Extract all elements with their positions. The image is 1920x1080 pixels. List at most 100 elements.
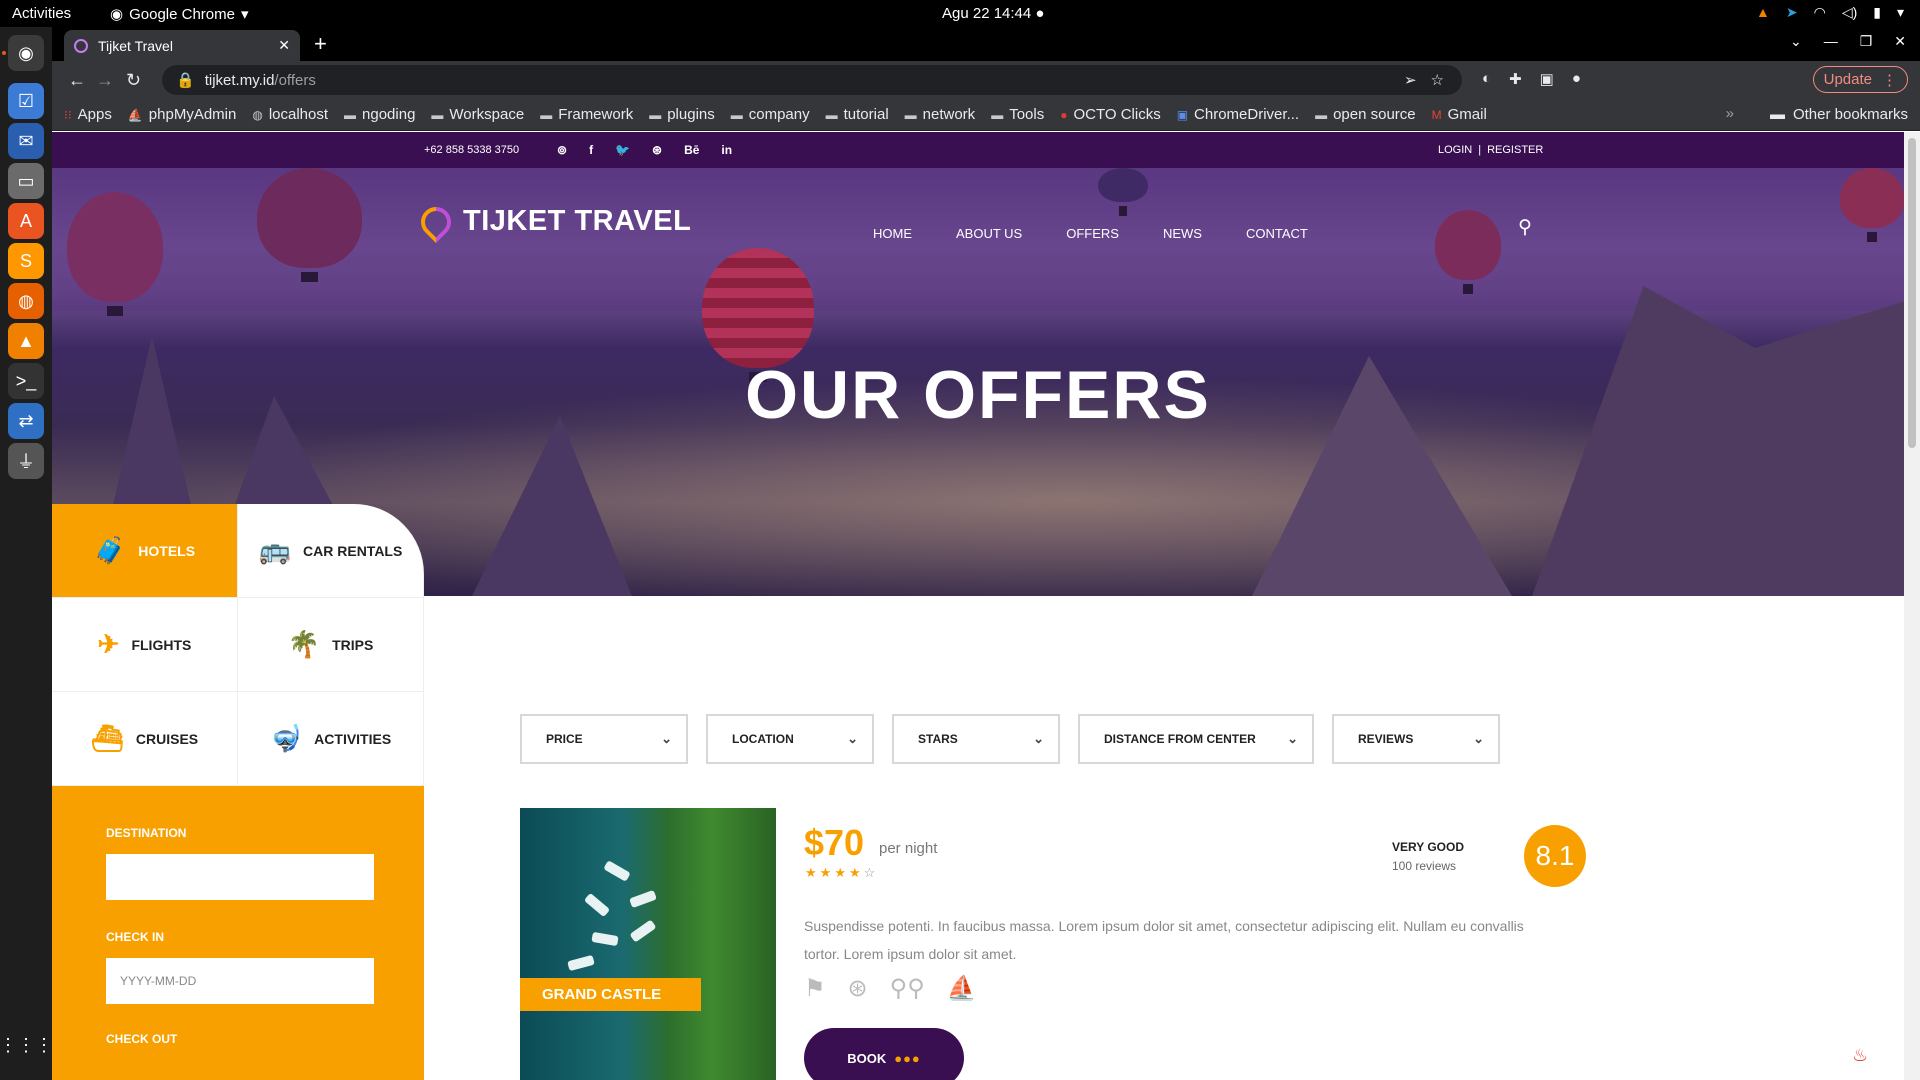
show-apps-grid-icon[interactable]: ⋮⋮⋮ [0,1027,53,1063]
bookmark-gmail[interactable]: M Gmail [1432,106,1487,123]
dock-terminal-icon[interactable]: >_ [8,363,44,399]
side-panel-icon[interactable]: ▣ [1540,70,1554,88]
dock-usb-icon[interactable]: ⏚ [8,443,44,479]
dock-files-icon[interactable]: ▭ [8,163,44,199]
dock-thunderbird-icon[interactable]: ✉ [8,123,44,159]
extension-icons: ◐ ✚ ▣ ● [1482,70,1581,88]
app-menu[interactable]: ◉ Google Chrome ▾ [110,5,249,24]
lock-icon[interactable]: 🔒 [176,71,195,89]
dock-firefox-icon[interactable]: ◍ [8,283,44,319]
linkedin-icon[interactable]: in [721,143,732,157]
filter-location[interactable]: LOCATION ⌄ [706,714,874,764]
nav-news[interactable]: NEWS [1163,226,1202,241]
dock-software-icon[interactable]: A [8,203,44,239]
bookmark-octo-clicks[interactable]: ● OCTO Clicks [1060,106,1160,123]
kebab-menu-icon[interactable]: ⋮ [1882,71,1897,89]
behance-icon[interactable]: Bē [684,143,699,157]
more-bookmarks-chevron-icon[interactable]: » [1726,105,1734,122]
globe-icon: ◍ [252,107,263,122]
bookmark-phpmyadmin[interactable]: ⛵ phpMyAdmin [128,106,237,123]
dots-icon: ●●● [894,1050,921,1066]
vlc-tray-icon[interactable]: ▲ [1756,4,1770,21]
send-to-device-icon[interactable]: ➢ [1404,71,1417,89]
category-flights[interactable]: ✈ FLIGHTS [52,598,238,692]
apps-grid-icon: ⁝⁝ [64,107,72,122]
tab-search-icon[interactable]: ⌄ [1790,33,1802,50]
profile-avatar[interactable]: ● [1572,70,1581,88]
back-arrow-icon[interactable]: ← [68,70,86,91]
scrollbar-thumb[interactable] [1908,138,1916,448]
flame-extension-icon[interactable]: ♨ [1852,1045,1868,1066]
nav-home[interactable]: HOME [873,226,912,241]
new-tab-button[interactable]: + [314,31,327,57]
site-logo[interactable]: TIJKET TRAVEL [414,200,692,243]
category-activities[interactable]: 🤿 ACTIVITIES [238,692,424,786]
chevron-down-icon: ⌄ [1287,731,1298,746]
bookmark-star-icon[interactable]: ☆ [1431,71,1444,89]
close-window-icon[interactable]: ✕ [1894,33,1906,50]
filter-stars[interactable]: STARS ⌄ [892,714,1060,764]
dock-taskboard-icon[interactable]: ☑ [8,83,44,119]
extensions-puzzle-icon[interactable]: ✚ [1509,70,1522,88]
minimize-icon[interactable]: — [1824,33,1838,50]
update-button[interactable]: Update ⋮ [1812,66,1908,93]
dribbble-icon[interactable]: ⊛ [652,143,662,157]
dock-remote-desktop-icon[interactable]: ⇄ [8,403,44,439]
folder-icon: ▬ [431,107,444,122]
system-clock[interactable]: Agu 22 14:44 ● [942,5,1044,22]
category-label: FLIGHTS [131,636,192,653]
category-hotels[interactable]: 🧳 HOTELS [52,504,238,598]
reload-icon[interactable]: ↻ [126,70,141,91]
bookmark-tutorial[interactable]: ▬ tutorial [826,106,889,123]
forward-arrow-icon[interactable]: → [96,70,114,91]
login-link[interactable]: LOGIN [1438,144,1472,156]
dock-sublime-icon[interactable]: S [8,243,44,279]
filter-price[interactable]: PRICE ⌄ [520,714,688,764]
filter-reviews[interactable]: REVIEWS ⌄ [1332,714,1500,764]
bookmark-workspace[interactable]: ▬ Workspace [431,106,524,123]
register-link[interactable]: REGISTER [1487,144,1543,156]
nav-offers[interactable]: OFFERS [1066,226,1119,241]
category-trips[interactable]: 🌴 TRIPS [238,598,424,692]
telegram-tray-icon[interactable]: ➤ [1786,4,1798,21]
nav-contact[interactable]: CONTACT [1246,226,1308,241]
brand-name: TIJKET TRAVEL [463,205,692,237]
close-tab-icon[interactable]: ✕ [278,37,290,54]
bookmark-tools[interactable]: ▬ Tools [991,106,1044,123]
bookmark-open-source[interactable]: ▬ open source [1315,106,1416,123]
restore-icon[interactable]: ❐ [1860,33,1873,50]
category-car-rentals[interactable]: 🚌 CAR RENTALS [238,504,424,598]
page-scrollbar[interactable] [1904,132,1920,1080]
app-dock: ◉ ☑ ✉ ▭ A S ◍ ▲ >_ ⇄ ⏚ ⋮⋮⋮ [0,27,53,1080]
extension-circle-icon[interactable]: ◐ [1482,70,1491,88]
checkin-input[interactable]: YYYY-MM-DD [106,958,374,1004]
power-menu-icon[interactable]: ▾ [1897,4,1904,21]
bookmark-company[interactable]: ▬ company [731,106,810,123]
twitter-icon[interactable]: 🐦 [615,143,630,157]
offer-image[interactable]: GRAND CASTLE [520,808,776,1080]
bookmark-plugins[interactable]: ▬ plugins [649,106,715,123]
bookmark-localhost[interactable]: ◍ localhost [252,106,328,123]
bookmark-framework[interactable]: ▬ Framework [540,106,633,123]
category-cruises[interactable]: ⛴ CRUISES [52,692,238,786]
search-icon[interactable]: ⚲ [1518,216,1532,239]
nav-about-us[interactable]: ABOUT US [956,226,1022,241]
bookmark-apps[interactable]: ⁝⁝ Apps [64,106,112,123]
destination-input[interactable] [106,854,374,900]
bicycle-icon: ⚲⚲ [889,975,925,1002]
tab-tijket-travel[interactable]: Tijket Travel ✕ [64,30,300,61]
bookmark-ngoding[interactable]: ▬ ngoding [344,106,415,123]
dock-chrome-icon[interactable]: ◉ [8,35,44,71]
boat-shape [629,889,657,909]
bookmark-network[interactable]: ▬ network [905,106,976,123]
other-bookmarks[interactable]: ▬ Other bookmarks [1770,106,1908,123]
filter-distance[interactable]: DISTANCE FROM CENTER ⌄ [1078,714,1314,764]
activities-button[interactable]: Activities [12,5,71,22]
system-tray[interactable]: ▲ ➤ ◠ ◁) ▮ ▾ [1756,4,1904,21]
address-bar[interactable]: 🔒 tijket.my.id/offers ➢ ☆ [162,65,1462,95]
pinterest-icon[interactable]: ⊚ [557,143,567,157]
facebook-icon[interactable]: f [589,143,593,157]
book-button[interactable]: BOOK ●●● [804,1028,964,1080]
dock-vlc-icon[interactable]: ▲ [8,323,44,359]
bookmark-chromedriver[interactable]: ▣ ChromeDriver... [1177,106,1299,123]
